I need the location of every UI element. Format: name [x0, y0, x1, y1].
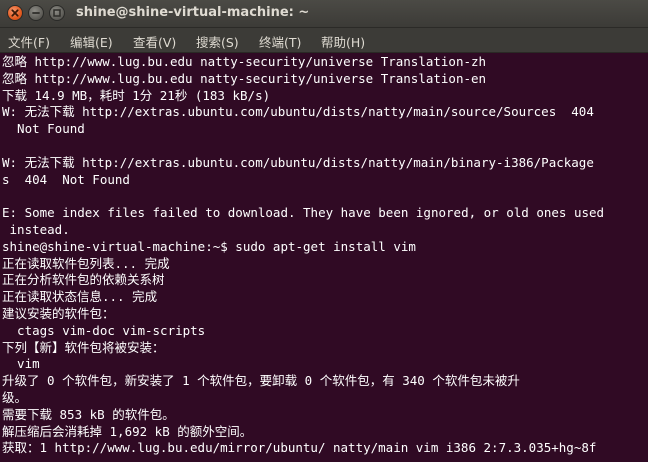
- terminal-line: W: 无法下载 http://extras.ubuntu.com/ubuntu/…: [2, 154, 594, 170]
- close-icon: [11, 9, 19, 17]
- terminal-line: 建议安装的软件包：: [2, 306, 115, 321]
- terminal-line: 解压缩后会消耗掉 1,692 kB 的额外空间。: [2, 423, 253, 439]
- title-bar[interactable]: shine@shine-virtual-machine: ~: [0, 0, 648, 28]
- menu-edit[interactable]: 编辑(E): [70, 32, 113, 51]
- menu-bar: 文件(F) 编辑(E) 查看(V) 搜索(S) 终端(T) 帮助(H): [0, 28, 648, 53]
- terminal-line: 正在分析软件包的依赖关系树: [2, 272, 165, 288]
- terminal-line: 获取：1 http://www.lug.bu.edu/mirror/ubuntu…: [2, 440, 597, 456]
- menu-file[interactable]: 文件(F): [8, 32, 50, 51]
- minimize-icon: [32, 12, 40, 14]
- terminal-window: shine@shine-virtual-machine: ~ 文件(F) 编辑(…: [0, 0, 648, 462]
- terminal-line: 升级了 0 个软件包，新安装了 1 个软件包，要卸载 0 个软件包，有 340 …: [2, 373, 520, 389]
- terminal-line: 忽略 http://www.lug.bu.edu natty-security/…: [2, 70, 487, 86]
- terminal-line: vim: [2, 356, 40, 372]
- menu-view[interactable]: 查看(V): [133, 32, 176, 51]
- terminal-line: 正在读取软件包列表... 完成: [2, 255, 170, 271]
- terminal-line: instead.: [2, 222, 70, 237]
- terminal-line: 下列【新】软件包将被安装：: [2, 339, 165, 355]
- minimize-button[interactable]: [28, 5, 44, 21]
- terminal-line: 忽略 http://www.lug.bu.edu natty-security/…: [2, 54, 487, 69]
- terminal-line: s 404 Not Found: [2, 171, 130, 187]
- terminal-output[interactable]: 忽略 http://www.lug.bu.edu natty-security/…: [0, 53, 648, 462]
- terminal-line: 级。: [2, 390, 28, 405]
- terminal-line: Not Found: [2, 121, 85, 137]
- maximize-icon: [53, 9, 61, 17]
- terminal-line: W: 无法下载 http://extras.ubuntu.com/ubuntu/…: [2, 104, 594, 120]
- close-button[interactable]: [7, 5, 23, 21]
- terminal-line: 正在读取状态信息... 完成: [2, 289, 158, 305]
- menu-search[interactable]: 搜索(S): [196, 32, 239, 51]
- terminal-line: shine@shine-virtual-machine:~$ sudo apt-…: [2, 238, 416, 254]
- menu-help[interactable]: 帮助(H): [321, 32, 365, 51]
- menu-terminal[interactable]: 终端(T): [259, 32, 301, 51]
- window-title: shine@shine-virtual-machine: ~: [76, 5, 310, 20]
- terminal-line: 下载 14.9 MB，耗时 1分 21秒 (183 kB/s): [2, 87, 271, 103]
- terminal-line: E: Some index files failed to download. …: [2, 205, 605, 221]
- terminal-line: 需要下载 853 kB 的软件包。: [2, 406, 175, 422]
- terminal-line: ctags vim-doc vim-scripts: [2, 322, 206, 338]
- maximize-button[interactable]: [49, 5, 65, 21]
